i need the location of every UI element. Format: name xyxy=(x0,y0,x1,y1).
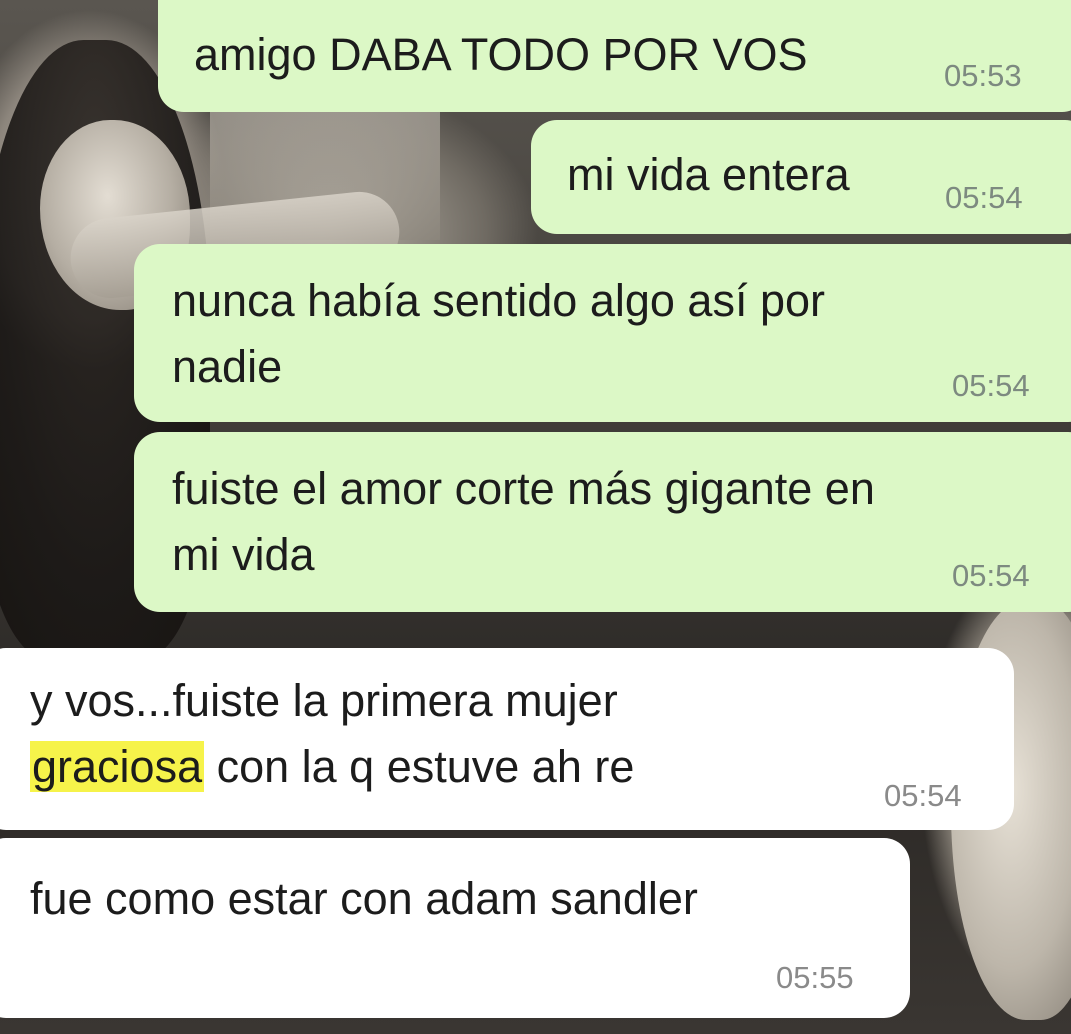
message-bubble-incoming[interactable]: fue como estar con adam sandler 05:55 xyxy=(0,838,910,1018)
message-text-rest: con la q estuve ah re xyxy=(204,741,635,792)
message-text: nunca había sentido algo así por nadie xyxy=(172,275,825,392)
message-bubble-outgoing[interactable]: fuiste el amor corte más gigante en mi v… xyxy=(134,432,1071,612)
message-timestamp: 05:55 xyxy=(776,960,854,995)
message-bubble-outgoing[interactable]: amigo DABA TODO POR VOS 05:53 xyxy=(158,0,1071,112)
message-text: y vos...fuiste la primera mujer graciosa… xyxy=(30,668,634,800)
message-text: fue como estar con adam sandler xyxy=(30,873,698,924)
message-timestamp: 05:54 xyxy=(952,558,1030,593)
message-timestamp: 05:53 xyxy=(944,58,1022,93)
message-bubble-incoming[interactable]: y vos...fuiste la primera mujer graciosa… xyxy=(0,648,1014,830)
message-text: amigo DABA TODO POR VOS xyxy=(194,29,808,80)
message-bubble-outgoing[interactable]: mi vida entera 05:54 xyxy=(531,120,1071,234)
message-text: mi vida entera xyxy=(567,149,850,200)
message-text: fuiste el amor corte más gigante en mi v… xyxy=(172,463,875,580)
message-bubble-outgoing[interactable]: nunca había sentido algo así por nadie 0… xyxy=(134,244,1071,422)
message-timestamp: 05:54 xyxy=(952,368,1030,403)
message-timestamp: 05:54 xyxy=(945,180,1023,215)
highlighted-word: graciosa xyxy=(30,741,205,792)
message-text-line1: y vos...fuiste la primera mujer xyxy=(30,675,618,726)
message-timestamp: 05:54 xyxy=(884,778,962,813)
